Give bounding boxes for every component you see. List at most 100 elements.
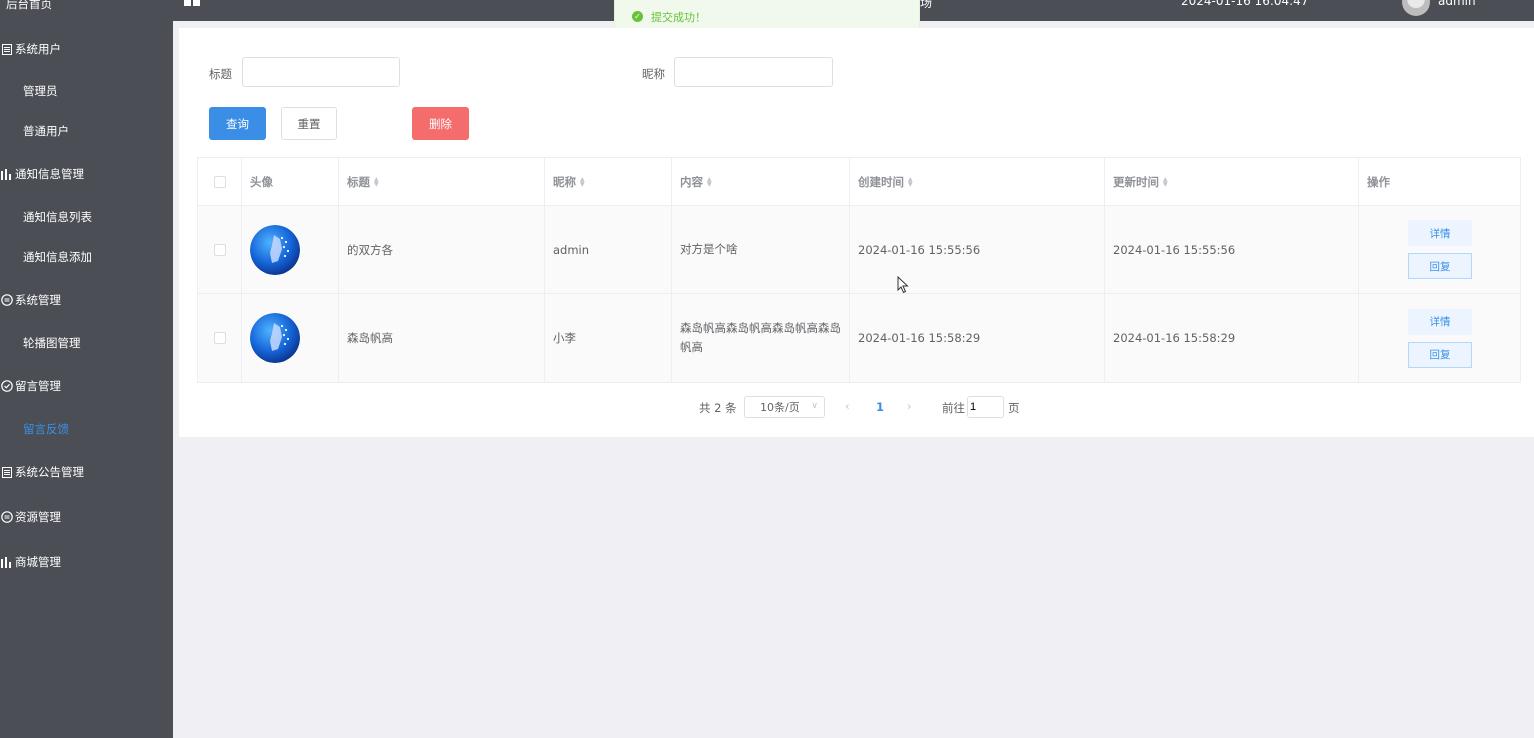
list-icon — [0, 466, 13, 479]
select-all-cell — [198, 158, 242, 205]
avatar — [250, 224, 300, 275]
mouse-cursor-icon — [897, 275, 909, 297]
column-header-label: 操作 — [1367, 174, 1390, 189]
row-checkbox[interactable] — [213, 332, 226, 344]
menu-toggle-icon[interactable] — [184, 0, 200, 6]
sidebar-item-label: 系统公告管理 — [15, 465, 84, 479]
delete-button[interactable]: 删除 — [412, 107, 469, 140]
sidebar-item-shop-management[interactable]: 商城管理 — [0, 547, 173, 577]
created-time-cell: 2024-01-16 15:55:56 — [850, 206, 1105, 293]
pagination-total: 共 2 条 — [699, 401, 737, 415]
row-checkbox[interactable] — [213, 243, 226, 256]
column-header[interactable]: 创建时间 ▲ ▼ — [850, 158, 1105, 205]
sidebar-item-label: 普通用户 — [23, 124, 69, 138]
sort-icon[interactable]: ▲ ▼ — [1163, 176, 1168, 187]
list-icon — [0, 43, 13, 56]
detail-button[interactable]: 详情 — [1408, 308, 1472, 335]
sidebar-item-notice-list[interactable]: 通知信息列表 — [0, 202, 196, 232]
title-filter-input[interactable] — [242, 57, 400, 87]
table-row: 的双方各 admin 对方是个啥 2024-01-16 15:55:56 202… — [198, 206, 1520, 294]
sidebar-item-message-feedback[interactable]: 留言反馈 — [0, 414, 196, 444]
reset-button[interactable]: 重置 — [281, 107, 337, 140]
sidebar-item-label: 系统用户 — [15, 42, 61, 56]
sidebar-item-label: 系统管理 — [15, 293, 61, 307]
column-header: 头像 — [242, 158, 339, 205]
query-button[interactable]: 查询 — [209, 107, 266, 140]
sidebar-item-resource-management[interactable]: 资源管理 — [0, 502, 173, 532]
sidebar-item-message-management[interactable]: 留言管理 — [0, 371, 173, 401]
actions-cell: 详情 回复 — [1359, 294, 1520, 382]
prev-page-icon[interactable]: ‹ — [845, 399, 850, 413]
message-icon — [0, 294, 13, 307]
table-header-row: 头像 标题 ▲ ▼ 昵称 ▲ ▼ 内容 ▲ ▼ 创建时间 ▲ ▼ 更新时间 ▲ ▼ 操作 — [198, 158, 1520, 206]
column-header-label: 昵称 — [553, 174, 576, 189]
avatar-cell — [242, 294, 339, 382]
sidebar-item-home[interactable]: 后台首页 — [0, 0, 173, 19]
sidebar-item-notice-add[interactable]: 通知信息添加 — [0, 242, 196, 272]
sidebar-item-label: 通知信息管理 — [15, 167, 84, 181]
column-header[interactable]: 昵称 ▲ ▼ — [545, 158, 672, 205]
header-title: 场 — [920, 0, 933, 10]
sort-icon[interactable]: ▲ ▼ — [374, 176, 379, 187]
sidebar-item-label: 通知信息添加 — [23, 250, 92, 264]
message-table: 头像 标题 ▲ ▼ 昵称 ▲ ▼ 内容 ▲ ▼ 创建时间 ▲ ▼ 更新时间 ▲ ▼ 操作 — [197, 157, 1521, 383]
column-header-label: 标题 — [347, 174, 370, 189]
nickname-filter-input[interactable] — [674, 57, 833, 87]
toast-message: 提交成功！ — [651, 10, 706, 24]
sort-icon[interactable]: ▲ ▼ — [707, 176, 712, 187]
sidebar-item-label: 留言反馈 — [23, 422, 69, 436]
column-header-label: 头像 — [250, 174, 273, 189]
row-select-cell — [198, 206, 242, 293]
main-panel: 标题 昵称 查询 重置 删除 头像 标题 ▲ ▼ 昵称 ▲ ▼ 内容 ▲ ▼ 创建时间 ▲ ▼ … — [179, 28, 1534, 437]
row-select-cell — [198, 294, 242, 382]
title-cell: 森岛帆高 — [339, 294, 545, 382]
sidebar-item-carousel[interactable]: 轮播图管理 — [0, 328, 196, 358]
title-cell: 的双方各 — [339, 206, 545, 293]
page-size-value: 10条/页 — [760, 401, 800, 414]
column-header[interactable]: 内容 ▲ ▼ — [672, 158, 850, 205]
sidebar-item-label: 轮播图管理 — [23, 336, 81, 350]
column-header: 操作 — [1359, 158, 1520, 205]
nickname-cell: admin — [545, 206, 672, 293]
sidebar-item-label: 管理员 — [23, 84, 58, 98]
goto-page-input[interactable] — [967, 396, 1004, 418]
check-circle-icon: ✓ — [632, 11, 643, 22]
sort-icon[interactable]: ▲ ▼ — [908, 176, 913, 187]
sidebar-item-announcement-management[interactable]: 系统公告管理 — [0, 457, 173, 487]
column-header[interactable]: 标题 ▲ ▼ — [339, 158, 545, 205]
nickname-filter-label: 昵称 — [642, 67, 665, 81]
sidebar-item-normal-users[interactable]: 普通用户 — [0, 116, 196, 146]
page-number-current[interactable]: 1 — [876, 400, 884, 414]
reply-button[interactable]: 回复 — [1408, 341, 1472, 368]
sort-icon[interactable]: ▲ ▼ — [580, 176, 585, 187]
updated-time-cell: 2024-01-16 15:55:56 — [1105, 206, 1359, 293]
page-size-select[interactable]: 10条/页 ∨ — [744, 396, 825, 418]
chevron-down-icon: ∨ — [811, 401, 818, 411]
column-header-label: 更新时间 — [1113, 174, 1159, 189]
page-suffix-label: 页 — [1008, 401, 1020, 415]
actions-cell: 详情 回复 — [1359, 206, 1520, 293]
detail-button[interactable]: 详情 — [1408, 220, 1472, 246]
reply-button[interactable]: 回复 — [1408, 253, 1472, 279]
sidebar: 后台首页 系统用户 管理员 普通用户 通知信息管理 通知信息列表 通知信息添加 … — [0, 0, 173, 738]
select-all-checkbox[interactable] — [213, 175, 226, 188]
sidebar-item-system-users[interactable]: 系统用户 — [0, 34, 173, 64]
column-header[interactable]: 更新时间 ▲ ▼ — [1105, 158, 1359, 205]
title-filter-label: 标题 — [209, 67, 232, 81]
header-username[interactable]: admin — [1438, 0, 1476, 8]
sidebar-item-label: 后台首页 — [6, 0, 52, 11]
bar-chart-icon — [0, 168, 13, 181]
content-cell: 对方是个啥 — [672, 206, 850, 293]
column-header-label: 创建时间 — [858, 174, 904, 189]
sidebar-item-admin[interactable]: 管理员 — [0, 76, 196, 106]
sidebar-item-notice-management[interactable]: 通知信息管理 — [0, 159, 173, 189]
column-header-label: 内容 — [680, 174, 703, 189]
created-time-cell: 2024-01-16 15:58:29 — [850, 294, 1105, 382]
bar-chart-icon — [0, 556, 13, 569]
user-avatar[interactable] — [1402, 0, 1430, 16]
sidebar-item-system-management[interactable]: 系统管理 — [0, 285, 173, 315]
avatar — [250, 313, 300, 363]
sidebar-item-label: 商城管理 — [15, 555, 61, 569]
avatar-cell — [242, 206, 339, 293]
next-page-icon[interactable]: › — [907, 399, 912, 413]
